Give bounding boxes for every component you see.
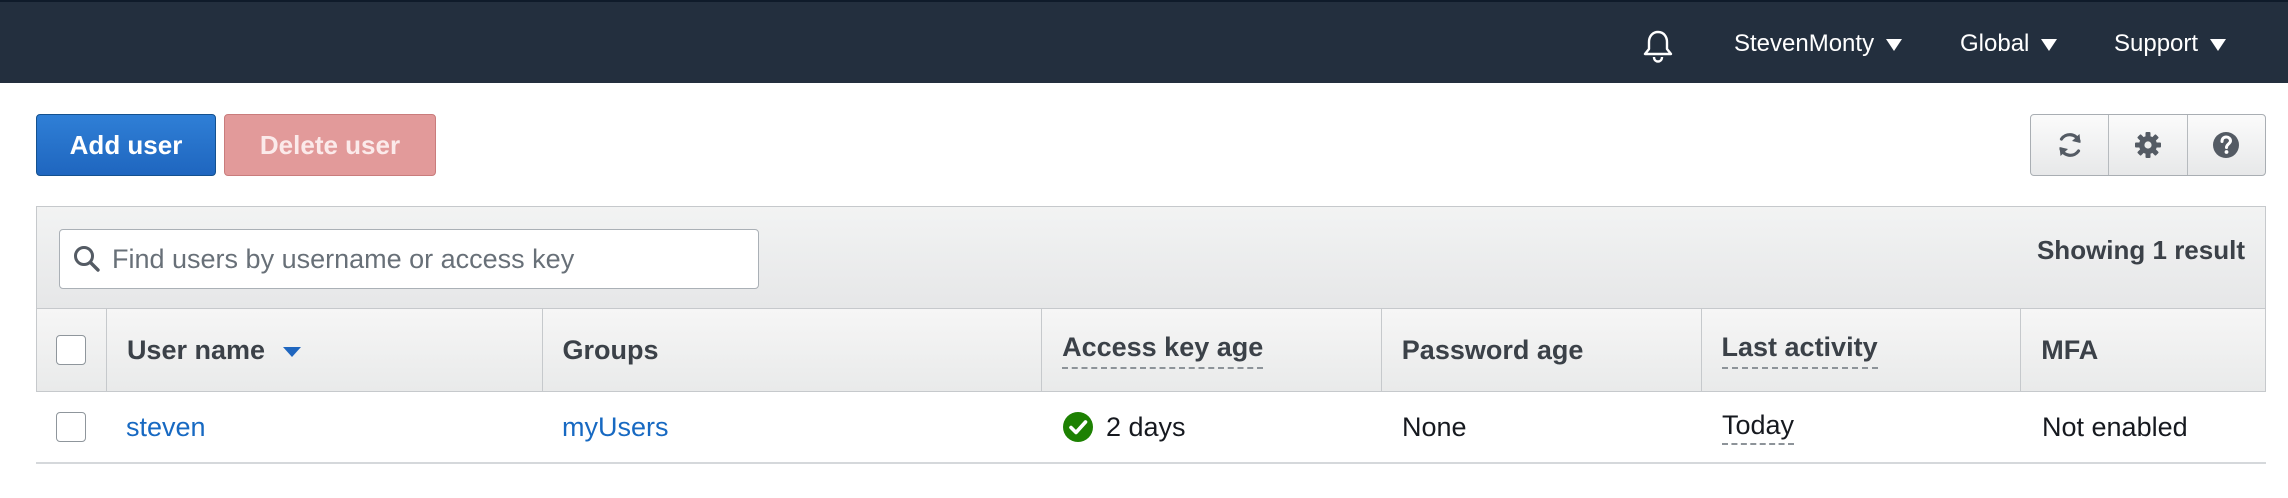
search-box[interactable] [59, 229, 759, 289]
table-row[interactable]: steven myUsers 2 days None Today Not ena… [36, 392, 2266, 464]
column-header-label: Last activity [1721, 332, 1878, 369]
group-link[interactable]: myUsers [562, 412, 669, 443]
column-header-label: Groups [562, 334, 659, 365]
refresh-icon [2059, 133, 2081, 157]
help-button[interactable] [2188, 115, 2265, 175]
search-input[interactable] [112, 243, 732, 275]
filter-bar: Showing 1 result [36, 206, 2266, 308]
column-header-access-key-age[interactable]: Access key age [1042, 309, 1382, 391]
settings-button[interactable] [2109, 115, 2188, 175]
table-header: User name Groups Access key age Password… [36, 308, 2266, 392]
support-menu[interactable]: Support [2114, 26, 2227, 62]
region-menu-label: Global [1960, 30, 2030, 57]
access-key-age-value: 2 days [1106, 411, 1186, 442]
add-user-button[interactable]: Add user [36, 114, 216, 176]
search-icon [74, 246, 100, 272]
password-age-value: None [1402, 411, 1467, 442]
last-activity-value[interactable]: Today [1722, 410, 1795, 445]
help-icon [2213, 132, 2240, 158]
chevron-down-icon [2210, 39, 2227, 51]
groups-cell: myUsers [542, 392, 1042, 462]
chevron-down-icon [2041, 39, 2058, 51]
column-header-user-name[interactable]: User name [107, 309, 543, 391]
delete-user-button[interactable]: Delete user [224, 114, 436, 176]
column-header-password-age[interactable]: Password age [1382, 309, 1702, 391]
mfa-value: Not enabled [2042, 411, 2188, 442]
column-header-label: MFA [2041, 334, 2099, 365]
user-name-link[interactable]: steven [126, 412, 206, 443]
table-actions-group [2030, 114, 2266, 176]
row-checkbox[interactable] [56, 412, 86, 442]
last-activity-cell: Today [1702, 392, 2022, 462]
column-header-label: Password age [1401, 334, 1584, 365]
select-all-checkbox[interactable] [56, 335, 87, 365]
password-age-cell: None [1382, 392, 1702, 462]
row-select-cell [36, 392, 106, 462]
column-header-groups[interactable]: Groups [543, 309, 1043, 391]
users-table-panel: Showing 1 result User name Groups Access… [36, 206, 2266, 464]
account-menu-label: StevenMonty [1734, 30, 1875, 57]
column-header-label: User name [126, 334, 266, 365]
region-menu[interactable]: Global [1960, 26, 2058, 62]
select-all-cell [37, 309, 107, 391]
bell-icon[interactable] [1638, 26, 1678, 66]
mfa-cell: Not enabled [2022, 392, 2266, 462]
support-menu-label: Support [2114, 30, 2199, 57]
column-header-mfa[interactable]: MFA [2021, 309, 2265, 391]
chevron-down-icon [1886, 39, 1903, 51]
sort-descending-icon [283, 347, 302, 357]
gear-icon [2134, 132, 2161, 158]
refresh-button[interactable] [2031, 115, 2110, 175]
access-key-age-cell: 2 days [1042, 392, 1382, 462]
column-header-label: Access key age [1062, 332, 1264, 369]
top-navigation-bar: StevenMonty Global Support [0, 0, 2288, 83]
user-name-cell: steven [106, 392, 542, 462]
check-circle-icon [1062, 411, 1094, 443]
result-count: Showing 1 result [2036, 235, 2245, 265]
column-header-last-activity[interactable]: Last activity [1702, 309, 2022, 391]
account-menu[interactable]: StevenMonty [1734, 26, 1903, 62]
